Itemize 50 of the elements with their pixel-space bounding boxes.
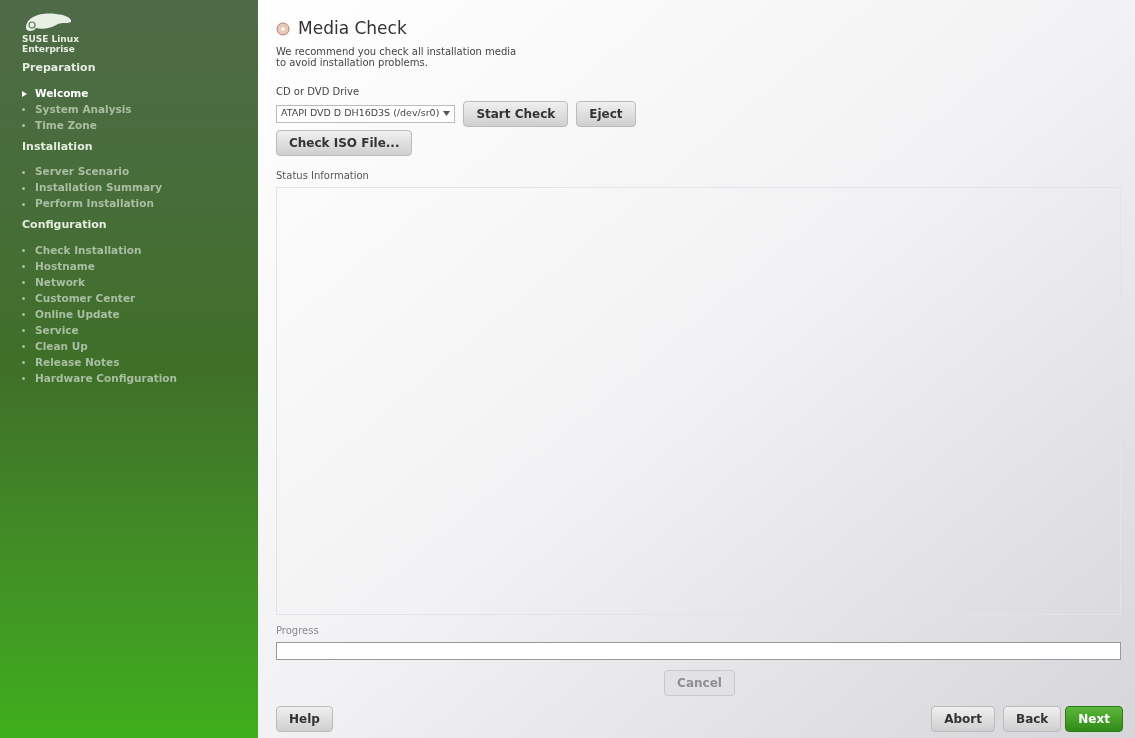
section-heading: Preparation — [22, 60, 97, 76]
bullet-dot-icon — [22, 281, 25, 284]
progress-label: Progress — [276, 624, 320, 638]
status-label: Status Information — [276, 168, 370, 183]
abort-button[interactable]: Abort — [931, 706, 995, 732]
page-title: Media Check — [298, 17, 407, 40]
bullet-dot-icon — [22, 124, 25, 127]
step-item: Network — [22, 273, 236, 290]
step-item: Perform Installation — [22, 195, 236, 211]
description-text: to avoid installation problems. — [276, 56, 429, 68]
bullet-dot-icon — [22, 186, 25, 190]
step-item: Time Zone — [22, 116, 236, 133]
step-item: Check Installation — [22, 241, 236, 258]
step-item: Hostname — [22, 257, 236, 274]
back-button[interactable]: Back — [1003, 706, 1062, 732]
disc-icon — [276, 21, 290, 36]
drive-dropdown[interactable]: ATAPI DVD D DH16D3S (/dev/sr0) — [276, 104, 456, 123]
step-item: Server Scenario — [22, 163, 236, 179]
step-item: Release Notes — [22, 353, 236, 370]
dropdown-arrow-icon — [443, 111, 451, 116]
step-item: Welcome — [22, 84, 236, 101]
action-button[interactable]: Eject — [576, 100, 636, 127]
step-item: Installation Summary — [22, 179, 236, 195]
bullet-dot-icon — [22, 249, 25, 252]
bullet-dot-icon — [22, 377, 25, 380]
check-iso-button[interactable]: Check ISO File... — [276, 129, 413, 156]
drive-label: CD or DVD Drive — [276, 84, 361, 99]
step-item: System Analysis — [22, 100, 236, 117]
brand-text: Enterprise — [22, 44, 76, 54]
bullet-dot-icon — [22, 265, 25, 268]
section-heading: Installation — [22, 138, 94, 155]
bullet-dot-icon — [22, 108, 25, 111]
bullet-dot-icon — [22, 297, 25, 300]
brand-text: SUSE Linux — [22, 34, 80, 44]
step-item: Online Update — [22, 305, 236, 322]
step-item: Service — [22, 321, 236, 338]
bullet-dot-icon — [22, 345, 25, 348]
bullet-dot-icon — [22, 202, 25, 206]
section-heading: Configuration — [22, 217, 108, 233]
step-item: Hardware Configuration — [22, 369, 236, 386]
bullet-dot-icon — [22, 170, 25, 174]
description-text: We recommend you check all installation media — [276, 45, 518, 57]
action-button[interactable]: Start Check — [463, 100, 569, 127]
bullet-dot-icon — [22, 329, 25, 332]
bullet-dot-icon — [22, 361, 25, 364]
step-item: Customer Center — [22, 289, 236, 306]
help-button[interactable]: Help — [276, 706, 333, 732]
bullet-dot-icon — [22, 313, 25, 316]
step-item: Clean Up — [22, 337, 236, 354]
bullet-triangle-icon — [22, 90, 27, 97]
